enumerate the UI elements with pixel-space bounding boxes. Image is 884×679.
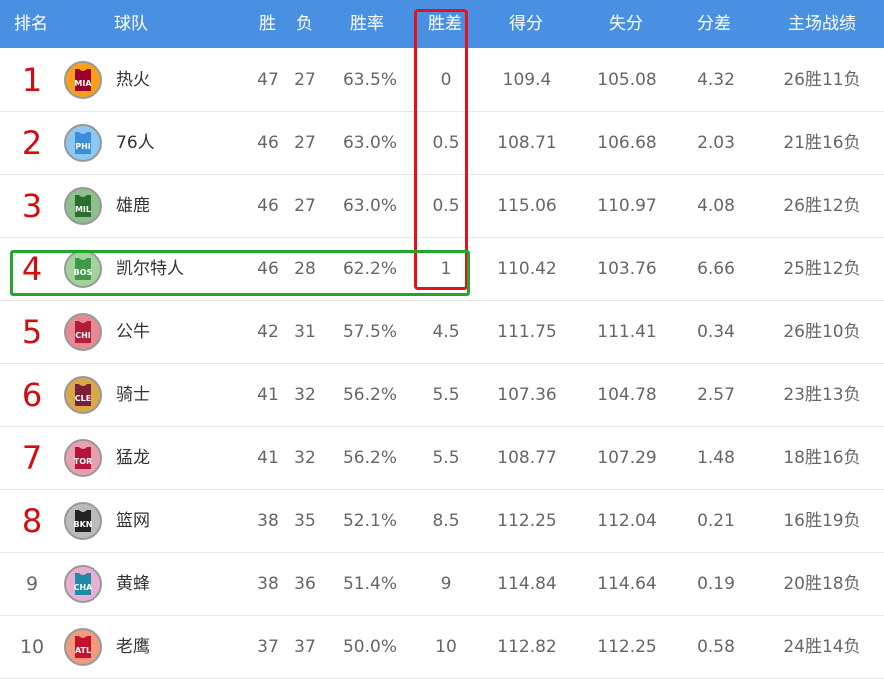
team-logo-icon: TOR	[64, 439, 102, 477]
points-cell: 111.75	[497, 322, 557, 342]
opp-points-cell: 112.25	[597, 637, 657, 657]
team-name-link[interactable]: 黄蜂	[116, 553, 150, 615]
opp-points-cell: 106.68	[597, 133, 657, 153]
points-cell: 112.25	[497, 511, 557, 531]
team-name-link[interactable]: 雄鹿	[116, 175, 150, 237]
team-name-link[interactable]: 热火	[116, 49, 150, 111]
home-record-cell: 20胜18负	[783, 574, 861, 594]
header-home[interactable]: 主场战绩	[788, 0, 856, 48]
points-cell: 114.84	[497, 574, 557, 594]
gb-column-highlight	[414, 9, 468, 290]
team-name-link[interactable]: 76人	[116, 112, 155, 174]
home-record-cell: 25胜12负	[783, 259, 861, 279]
header-pct[interactable]: 胜率	[350, 0, 384, 48]
team-name-link[interactable]: 骑士	[116, 364, 150, 426]
row-4-highlight	[10, 250, 470, 296]
rank-number: 5	[21, 313, 43, 351]
team-abbr: MIL	[75, 205, 91, 214]
point-diff-cell: 4.08	[697, 196, 735, 216]
point-diff-cell: 0.21	[697, 511, 735, 531]
header-loss[interactable]: 负	[296, 0, 313, 48]
home-record-cell: 23胜13负	[783, 385, 861, 405]
point-diff-cell: 0.58	[697, 637, 735, 657]
table-row[interactable]: 6 CLE 骑士 41 32 56.2% 5.5 107.36 104.78 2.57 23胜13负	[0, 364, 884, 427]
team-name-link[interactable]: 猛龙	[116, 427, 150, 489]
team-logo-icon: BKN	[64, 502, 102, 540]
team-abbr: CHI	[75, 331, 91, 340]
point-diff-cell: 6.66	[697, 259, 735, 279]
team-name-link[interactable]: 老鹰	[116, 616, 150, 678]
team-abbr: MIA	[74, 79, 92, 88]
header-win[interactable]: 胜	[259, 0, 276, 48]
opp-points-cell: 112.04	[597, 511, 657, 531]
points-cell: 112.82	[497, 637, 557, 657]
table-row[interactable]: 7 TOR 猛龙 41 32 56.2% 5.5 108.77 107.29 1.48 18胜16负	[0, 427, 884, 490]
home-record-cell: 26胜12负	[783, 196, 861, 216]
header-opp[interactable]: 失分	[609, 0, 643, 48]
header-diff[interactable]: 分差	[697, 0, 731, 48]
opp-points-cell: 107.29	[597, 448, 657, 468]
team-logo-icon: ATL	[64, 628, 102, 666]
points-cell: 108.71	[497, 133, 557, 153]
team-abbr: TOR	[74, 457, 92, 466]
opp-points-cell: 104.78	[597, 385, 657, 405]
rank-number: 10	[19, 636, 45, 658]
points-cell: 108.77	[497, 448, 557, 468]
home-record-cell: 24胜14负	[783, 637, 861, 657]
team-abbr: PHI	[75, 142, 91, 151]
point-diff-cell: 2.03	[697, 133, 735, 153]
home-record-cell: 21胜16负	[783, 133, 861, 153]
rank-number: 3	[21, 187, 43, 225]
opp-points-cell: 111.41	[597, 322, 657, 342]
team-logo-icon: CHI	[64, 313, 102, 351]
home-record-cell: 18胜16负	[783, 448, 861, 468]
point-diff-cell: 2.57	[697, 385, 735, 405]
rank-number: 2	[21, 124, 43, 162]
point-diff-cell: 0.34	[697, 322, 735, 342]
team-logo-icon: MIL	[64, 187, 102, 225]
table-row[interactable]: 9 CHA 黄蜂 38 36 51.4% 9 114.84 114.64 0.19 20胜18负	[0, 553, 884, 616]
points-cell: 110.42	[497, 259, 557, 279]
team-name-link[interactable]: 篮网	[116, 490, 150, 552]
header-pts[interactable]: 得分	[509, 0, 543, 48]
point-diff-cell: 1.48	[697, 448, 735, 468]
opp-points-cell: 114.64	[597, 574, 657, 594]
header-rank[interactable]: 排名	[14, 0, 48, 48]
rank-number: 6	[21, 376, 43, 414]
points-cell: 109.4	[502, 70, 552, 90]
points-cell: 115.06	[497, 196, 557, 216]
team-abbr: ATL	[75, 646, 91, 655]
points-cell: 107.36	[497, 385, 557, 405]
opp-points-cell: 110.97	[597, 196, 657, 216]
home-record-cell: 26胜11负	[783, 70, 861, 90]
team-logo-icon: CLE	[64, 376, 102, 414]
opp-points-cell: 103.76	[597, 259, 657, 279]
team-abbr: BKN	[74, 520, 93, 529]
rank-number: 7	[21, 439, 43, 477]
team-logo-icon: PHI	[64, 124, 102, 162]
team-abbr: CHA	[74, 583, 94, 592]
point-diff-cell: 0.19	[697, 574, 735, 594]
rank-number: 1	[21, 61, 43, 99]
table-row[interactable]: 8 BKN 篮网 38 35 52.1% 8.5 112.25 112.04 0.21 16胜19负	[0, 490, 884, 553]
header-team[interactable]: 球队	[114, 0, 148, 48]
table-row[interactable]: 10 ATL 老鹰 37 37 50.0% 10 112.82 112.25 0.58 24胜14负	[0, 616, 884, 679]
table-row[interactable]: 5 CHI 公牛 42 31 57.5% 4.5 111.75 111.41 0.34 26胜10负	[0, 301, 884, 364]
rank-number: 8	[21, 502, 43, 540]
rank-number: 9	[25, 573, 39, 595]
home-record-cell: 16胜19负	[783, 511, 861, 531]
team-name-link[interactable]: 公牛	[116, 301, 150, 363]
team-logo-icon: CHA	[64, 565, 102, 603]
opp-points-cell: 105.08	[597, 70, 657, 90]
point-diff-cell: 4.32	[697, 70, 735, 90]
team-logo-icon: MIA	[64, 61, 102, 99]
home-record-cell: 26胜10负	[783, 322, 861, 342]
team-abbr: CLE	[75, 394, 91, 403]
